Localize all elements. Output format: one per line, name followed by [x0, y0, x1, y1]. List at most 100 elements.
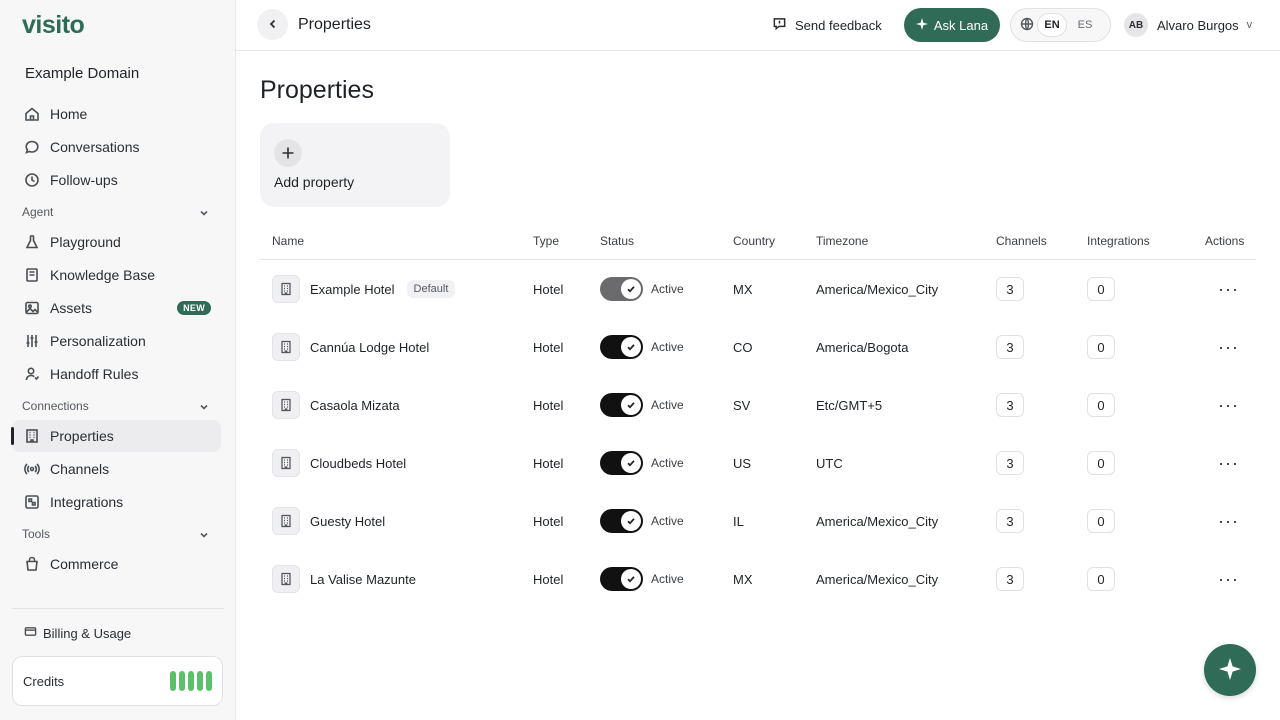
new-badge: NEW	[177, 301, 211, 315]
integrations-count: 0	[1087, 567, 1115, 591]
section-tools[interactable]: Tools	[12, 524, 221, 544]
credit-bar	[170, 671, 176, 691]
sidebar-item-home[interactable]: Home	[12, 98, 221, 130]
user-menu[interactable]: AB Alvaro Burgos v	[1124, 13, 1252, 37]
user-name: Alvaro Burgos	[1157, 17, 1239, 33]
sidebar-item-integrations[interactable]: Integrations	[12, 486, 221, 518]
table-row[interactable]: Cannúa Lodge Hotel Hotel Active CO America/B…	[260, 318, 1256, 376]
chat-icon	[24, 139, 40, 155]
row-actions-button[interactable]: ···	[1218, 550, 1239, 608]
cell-country: SV	[733, 397, 751, 413]
status-toggle[interactable]	[600, 451, 643, 475]
property-name[interactable]: Example Hotel	[310, 282, 395, 297]
status-toggle[interactable]	[600, 393, 643, 417]
column-header-timezone[interactable]: Timezone	[816, 234, 868, 248]
status-label: Active	[651, 282, 684, 296]
check-icon	[621, 453, 641, 473]
sidebar-item-label: Home	[50, 106, 88, 122]
assistant-fab[interactable]	[1204, 644, 1256, 696]
column-header-status[interactable]: Status	[600, 234, 634, 248]
channels-count: 3	[996, 567, 1024, 591]
cell-name: Example Hotel Default	[272, 260, 456, 318]
cell-channels: 3	[996, 318, 1024, 376]
row-actions-button[interactable]: ···	[1218, 318, 1239, 376]
integrations-count: 0	[1087, 393, 1115, 417]
ask-lana-button[interactable]: Ask Lana	[904, 8, 1000, 42]
page-title: Properties	[260, 76, 374, 104]
property-name[interactable]: Casaola Mizata	[310, 398, 400, 413]
row-actions-button[interactable]: ···	[1218, 376, 1239, 434]
table-row[interactable]: Casaola Mizata Hotel Active SV Etc/GMT+5 3 0 ··…	[260, 376, 1256, 434]
globe-icon	[1020, 17, 1034, 34]
credit-bar	[179, 671, 185, 691]
sidebar-item-conversations[interactable]: Conversations	[12, 131, 221, 163]
row-actions-button[interactable]: ···	[1218, 434, 1239, 492]
sliders-icon	[24, 333, 40, 349]
billing-link[interactable]: Billing & Usage	[24, 625, 131, 641]
avatar: AB	[1124, 13, 1148, 37]
credits-panel[interactable]: Credits	[12, 656, 223, 706]
property-name[interactable]: Guesty Hotel	[310, 514, 385, 529]
section-label: Connections	[22, 399, 89, 413]
section-label: Agent	[22, 205, 54, 219]
table-row[interactable]: Guesty Hotel Hotel Active IL America/Mexico_…	[260, 492, 1256, 550]
sidebar-item-assets[interactable]: Assets NEW	[12, 292, 221, 324]
status-toggle[interactable]	[600, 277, 643, 301]
column-header-channels[interactable]: Channels	[996, 234, 1047, 248]
sidebar-item-properties[interactable]: Properties	[11, 420, 221, 452]
workspace-name[interactable]: Example Domain	[25, 65, 139, 82]
sidebar-item-knowledge-base[interactable]: Knowledge Base	[12, 259, 221, 291]
cell-country: MX	[733, 571, 753, 587]
cell-timezone: America/Mexico_City	[816, 513, 939, 529]
home-icon	[24, 106, 40, 122]
channels-count: 3	[996, 393, 1024, 417]
sidebar-item-handoff-rules[interactable]: Handoff Rules	[12, 358, 221, 390]
more-icon: ···	[1218, 279, 1239, 299]
sidebar-item-playground[interactable]: Playground	[12, 226, 221, 258]
column-header-integrations[interactable]: Integrations	[1087, 234, 1150, 248]
check-icon	[621, 337, 641, 357]
sidebar-item-channels[interactable]: Channels	[12, 453, 221, 485]
back-button[interactable]	[257, 9, 288, 40]
section-agent[interactable]: Agent	[12, 202, 221, 222]
property-name[interactable]: Cloudbeds Hotel	[310, 456, 406, 471]
column-header-country[interactable]: Country	[733, 234, 775, 248]
status-toggle[interactable]	[600, 567, 643, 591]
channels-count: 3	[996, 277, 1024, 301]
table-row[interactable]: Cloudbeds Hotel Hotel Active US UTC 3 0 ···	[260, 434, 1256, 492]
property-name[interactable]: Cannúa Lodge Hotel	[310, 340, 429, 355]
status-toggle[interactable]	[600, 335, 643, 359]
sidebar-item-label: Channels	[50, 461, 110, 477]
cell-status: Active	[600, 318, 684, 376]
column-header-name[interactable]: Name	[272, 234, 304, 248]
sidebar-item-follow-ups[interactable]: Follow-ups	[12, 164, 221, 196]
status-toggle[interactable]	[600, 509, 643, 533]
app-logo[interactable]: visito	[22, 11, 85, 40]
integrations-count: 0	[1087, 509, 1115, 533]
row-actions-button[interactable]: ···	[1218, 260, 1239, 318]
cell-integrations: 0	[1087, 318, 1115, 376]
sidebar-item-personalization[interactable]: Personalization	[12, 325, 221, 357]
table-row[interactable]: Example Hotel Default Hotel Active MX America…	[260, 260, 1256, 318]
building-icon	[272, 333, 300, 361]
cell-integrations: 0	[1087, 550, 1115, 608]
table-header: Name Type Status Country Timezone Channe…	[260, 228, 1256, 260]
sidebar-item-commerce[interactable]: Commerce	[12, 548, 221, 580]
column-header-type[interactable]: Type	[533, 234, 559, 248]
integrations-count: 0	[1087, 451, 1115, 475]
main-nav: Home Conversations Follow-ups Agent Play…	[11, 98, 221, 581]
building-icon	[272, 449, 300, 477]
table-row[interactable]: La Valise Mazunte Hotel Active MX America/Me…	[260, 550, 1256, 608]
credit-bar	[197, 671, 203, 691]
more-icon: ···	[1218, 569, 1239, 589]
add-property-button[interactable]: Add property	[260, 123, 450, 207]
section-connections[interactable]: Connections	[12, 396, 221, 416]
language-option-es[interactable]: ES	[1070, 13, 1100, 37]
row-actions-button[interactable]: ···	[1218, 492, 1239, 550]
language-option-en[interactable]: EN	[1037, 13, 1067, 37]
image-icon	[24, 300, 40, 316]
send-feedback-button[interactable]: Send feedback	[772, 16, 882, 34]
cell-timezone: UTC	[816, 455, 843, 471]
cell-status: Active	[600, 376, 684, 434]
property-name[interactable]: La Valise Mazunte	[310, 572, 416, 587]
